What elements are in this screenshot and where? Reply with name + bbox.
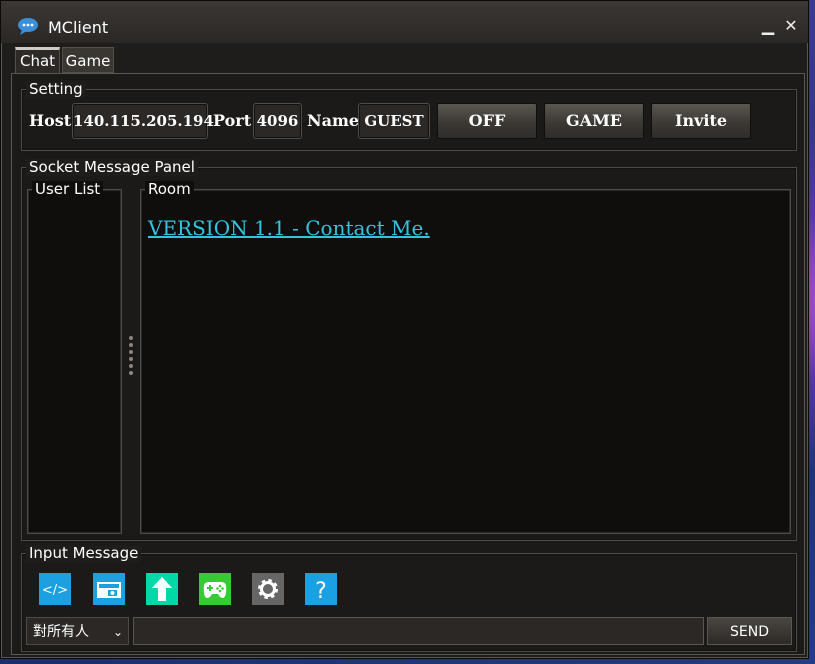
off-button[interactable]: OFF [437, 103, 537, 139]
gamepad-icon[interactable] [199, 573, 231, 605]
message-input[interactable] [133, 617, 704, 645]
close-button[interactable]: ✕ [781, 16, 801, 36]
code-icon[interactable]: </> [39, 573, 71, 605]
pictures-icon[interactable] [93, 573, 125, 605]
chat-tab-content: Setting Host 140.115.205.194 Port 4096 N… [11, 73, 805, 655]
settings-icon[interactable] [252, 573, 284, 605]
room-label: Room [145, 181, 194, 198]
chevron-down-icon: ⌄ [112, 625, 123, 639]
minimize-icon: ▁ [761, 16, 775, 35]
host-input[interactable]: 140.115.205.194 [72, 103, 214, 139]
upload-icon[interactable] [146, 573, 178, 605]
game-button[interactable]: GAME [544, 103, 644, 139]
title-bar[interactable]: MClient ▁ ✕ [1, 1, 808, 43]
send-button[interactable]: SEND [707, 617, 792, 645]
port-label: Port [213, 111, 252, 130]
invite-button[interactable]: Invite [651, 103, 751, 139]
recipient-select-value: 對所有人 [33, 624, 89, 640]
tab-chat[interactable]: Chat [15, 47, 60, 75]
splitter-handle[interactable] [129, 336, 133, 378]
name-input[interactable]: GUEST [358, 103, 430, 139]
tab-game[interactable]: Game [62, 47, 114, 73]
socket-message-panel: Socket Message Panel User List Room VERS… [21, 159, 797, 541]
minimize-button[interactable]: ▁ [758, 16, 778, 36]
room-panel: Room VERSION 1.1 - Contact Me. [140, 181, 791, 534]
setting-group: Setting Host 140.115.205.194 Port 4096 N… [21, 81, 797, 151]
svg-text:?: ? [315, 579, 327, 604]
host-label: Host [29, 111, 72, 130]
user-list[interactable]: User List [27, 181, 122, 534]
chat-bubble-icon [18, 18, 38, 35]
version-contact-link[interactable]: VERSION 1.1 - Contact Me. [148, 216, 430, 240]
close-icon: ✕ [784, 16, 798, 35]
input-message-group: Input Message </> ? 對所有人 ⌄ SEND [21, 545, 797, 652]
help-icon[interactable]: ? [305, 573, 337, 605]
user-list-label: User List [32, 181, 104, 198]
app-window: MClient ▁ ✕ Chat Game Setting Host 140.1… [0, 0, 809, 659]
svg-text:</>: </> [42, 583, 68, 598]
socket-panel-label: Socket Message Panel [26, 159, 198, 176]
recipient-select[interactable]: 對所有人 ⌄ [26, 617, 129, 645]
name-label: Name [307, 111, 360, 130]
window-title: MClient [48, 18, 109, 37]
send-row: 對所有人 ⌄ SEND [26, 617, 792, 647]
port-input[interactable]: 4096 [253, 103, 302, 139]
input-message-label: Input Message [26, 545, 142, 562]
setting-group-label: Setting [26, 81, 86, 98]
